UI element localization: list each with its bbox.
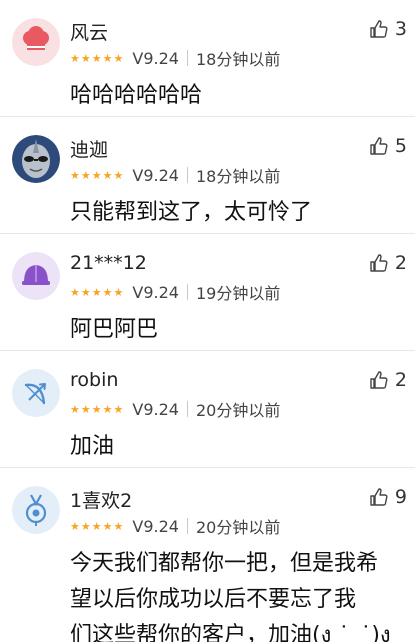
comment-meta: ★ ★ ★ ★ ★ V9.24 18分钟以前 bbox=[70, 46, 280, 70]
star-icon: ★ bbox=[91, 402, 102, 416]
comment-meta: ★ ★ ★ ★ ★ V9.24 20分钟以前 bbox=[70, 514, 280, 538]
divider bbox=[186, 284, 188, 300]
star-icon: ★ bbox=[91, 519, 102, 533]
ultraman-icon bbox=[12, 135, 60, 183]
comment-item: 迪迦 5 ★ ★ ★ ★ ★ V9.24 18分钟以前 只能帮到这了，太可怜了 bbox=[0, 117, 415, 234]
like-button[interactable]: 2 bbox=[369, 252, 407, 274]
like-count: 3 bbox=[394, 18, 407, 40]
username[interactable]: robin bbox=[70, 369, 118, 391]
star-icon: ★ bbox=[102, 168, 113, 182]
divider bbox=[186, 167, 188, 183]
star-icon: ★ bbox=[80, 51, 91, 65]
star-icon: ★ bbox=[91, 51, 102, 65]
comment-text: 加油 bbox=[70, 434, 115, 459]
star-rating: ★ ★ ★ ★ ★ bbox=[70, 404, 123, 415]
comment-text-line: 们这些帮你的客户，加油(ง ˙_˙)ง bbox=[70, 623, 391, 642]
star-icon: ★ bbox=[80, 519, 91, 533]
divider bbox=[186, 401, 188, 417]
comment-item: 21***12 2 ★ ★ ★ ★ ★ V9.24 19分钟以前 阿巴阿巴 bbox=[0, 234, 415, 351]
thumbs-up-icon bbox=[370, 137, 388, 155]
like-count: 2 bbox=[394, 369, 407, 391]
avatar[interactable] bbox=[12, 252, 60, 300]
like-count: 9 bbox=[394, 486, 407, 508]
star-icon: ★ bbox=[113, 51, 124, 65]
comment-item: robin 2 ★ ★ ★ ★ ★ V9.24 20分钟以前 加油 bbox=[0, 351, 415, 468]
comment-text: 只能帮到这了，太可怜了 bbox=[70, 200, 313, 225]
bow-arrow-icon bbox=[12, 369, 60, 417]
avatar[interactable] bbox=[12, 369, 60, 417]
star-icon: ★ bbox=[70, 402, 80, 416]
comment-item: 1喜欢2 9 ★ ★ ★ ★ ★ V9.24 20分钟以前 今天我们都帮你一把，… bbox=[0, 468, 415, 642]
star-icon: ★ bbox=[113, 168, 124, 182]
divider bbox=[186, 518, 188, 534]
app-version: V9.24 bbox=[132, 516, 179, 536]
star-icon: ★ bbox=[102, 51, 113, 65]
timestamp: 19分钟以前 bbox=[195, 284, 281, 303]
comment-list: 风云 3 ★ ★ ★ ★ ★ V9.24 18分钟以前 哈哈哈哈哈哈 迪迦 5 … bbox=[0, 0, 415, 642]
comment-meta: ★ ★ ★ ★ ★ V9.24 19分钟以前 bbox=[70, 280, 280, 304]
app-version: V9.24 bbox=[132, 399, 179, 419]
username[interactable]: 风云 bbox=[70, 18, 108, 45]
username[interactable]: 1喜欢2 bbox=[70, 486, 132, 513]
timestamp: 18分钟以前 bbox=[195, 167, 281, 186]
like-count: 5 bbox=[394, 135, 407, 157]
app-version: V9.24 bbox=[132, 165, 179, 185]
comment-text: 哈哈哈哈哈哈 bbox=[70, 83, 203, 108]
comment-text-line: 望以后你成功以后不要忘了我 bbox=[70, 587, 357, 612]
star-icon: ★ bbox=[102, 519, 113, 533]
star-icon: ★ bbox=[102, 402, 113, 416]
like-button[interactable]: 5 bbox=[369, 135, 407, 157]
star-icon: ★ bbox=[80, 168, 91, 182]
avatar[interactable] bbox=[12, 135, 60, 183]
helmet-icon bbox=[12, 252, 60, 300]
chef-hat-icon bbox=[12, 18, 60, 66]
star-icon: ★ bbox=[70, 519, 80, 533]
star-rating: ★ ★ ★ ★ ★ bbox=[70, 170, 123, 181]
username[interactable]: 21***12 bbox=[70, 252, 147, 274]
star-icon: ★ bbox=[91, 285, 102, 299]
app-version: V9.24 bbox=[132, 282, 179, 302]
star-icon: ★ bbox=[91, 168, 102, 182]
star-rating: ★ ★ ★ ★ ★ bbox=[70, 521, 123, 532]
app-version: V9.24 bbox=[132, 48, 179, 68]
medal-icon bbox=[12, 486, 60, 534]
star-icon: ★ bbox=[70, 168, 80, 182]
star-icon: ★ bbox=[80, 285, 91, 299]
like-button[interactable]: 2 bbox=[369, 369, 407, 391]
comment-meta: ★ ★ ★ ★ ★ V9.24 18分钟以前 bbox=[70, 163, 280, 187]
thumbs-up-icon bbox=[370, 20, 388, 38]
timestamp: 18分钟以前 bbox=[195, 50, 281, 69]
like-button[interactable]: 3 bbox=[369, 18, 407, 40]
star-icon: ★ bbox=[113, 402, 124, 416]
star-icon: ★ bbox=[113, 285, 124, 299]
divider bbox=[186, 50, 188, 66]
star-rating: ★ ★ ★ ★ ★ bbox=[70, 287, 123, 298]
avatar[interactable] bbox=[12, 18, 60, 66]
like-count: 2 bbox=[394, 252, 407, 274]
comment-text: 阿巴阿巴 bbox=[70, 317, 159, 342]
star-icon: ★ bbox=[113, 519, 124, 533]
timestamp: 20分钟以前 bbox=[195, 401, 281, 420]
star-icon: ★ bbox=[70, 51, 80, 65]
comment-text: 今天我们都帮你一把，但是我希 望以后你成功以后不要忘了我 们这些帮你的客户，加油… bbox=[70, 546, 410, 642]
thumbs-up-icon bbox=[370, 488, 388, 506]
thumbs-up-icon bbox=[370, 254, 388, 272]
thumbs-up-icon bbox=[370, 371, 388, 389]
star-icon: ★ bbox=[80, 402, 91, 416]
star-icon: ★ bbox=[70, 285, 80, 299]
star-icon: ★ bbox=[102, 285, 113, 299]
like-button[interactable]: 9 bbox=[369, 486, 407, 508]
comment-item: 风云 3 ★ ★ ★ ★ ★ V9.24 18分钟以前 哈哈哈哈哈哈 bbox=[0, 0, 415, 117]
star-rating: ★ ★ ★ ★ ★ bbox=[70, 53, 123, 64]
comment-meta: ★ ★ ★ ★ ★ V9.24 20分钟以前 bbox=[70, 397, 280, 421]
timestamp: 20分钟以前 bbox=[195, 518, 281, 537]
comment-text-line: 今天我们都帮你一把，但是我希 bbox=[70, 551, 379, 576]
avatar[interactable] bbox=[12, 486, 60, 534]
username[interactable]: 迪迦 bbox=[70, 135, 108, 162]
